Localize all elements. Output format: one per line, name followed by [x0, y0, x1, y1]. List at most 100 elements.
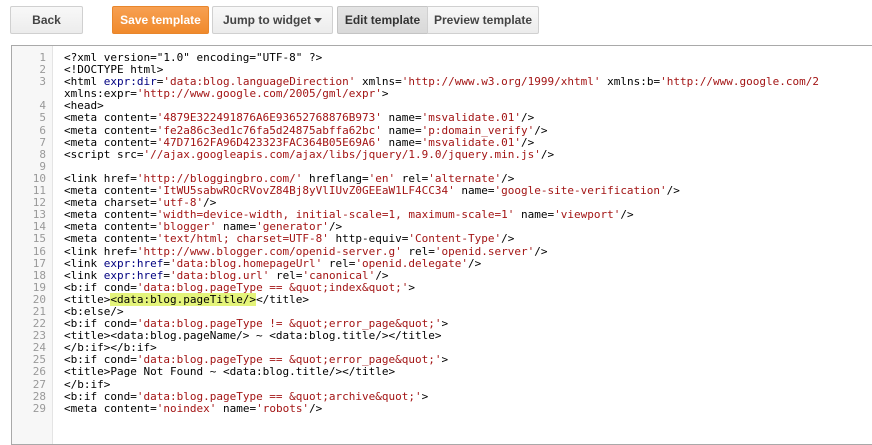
code-token: <meta content=: [64, 232, 157, 246]
code-token: expr:href: [103, 268, 164, 282]
line-text: <meta content='noindex' name='robots'/>: [64, 401, 323, 415]
code-token: 'Content-Type': [408, 232, 502, 246]
code-token: <!DOCTYPE html>: [64, 63, 164, 77]
code-token: >: [408, 280, 416, 294]
code-line: xmlns:expr='http://www.google.com/2005/g…: [12, 88, 872, 100]
code-token: >: [441, 317, 449, 331]
line-number: 28: [32, 389, 46, 403]
highlighted-token: <data:blog.pageTitle/>: [110, 292, 257, 306]
code-token: 'msvalidate.01': [421, 111, 521, 125]
code-token: 'data:blog.url': [169, 268, 270, 282]
code-token: <b:if cond=: [64, 280, 137, 294]
code-token: />: [501, 171, 515, 185]
code-token: 'http://www.blogger.com/openid-server.g': [136, 244, 402, 258]
code-line: 8 <script src='//ajax.googleapis.com/ajax…: [12, 147, 872, 161]
code-token: <link: [64, 256, 104, 270]
code-token: <meta charset=: [64, 196, 157, 210]
code-token: />: [501, 232, 515, 246]
code-token: name=: [381, 135, 422, 149]
code-token: name=: [381, 123, 422, 137]
code-token: 'http://bloggingbro.com/': [136, 171, 303, 185]
code-token: <html: [64, 75, 104, 89]
code-token: />: [520, 135, 535, 149]
code-token: '//ajax.googleapis.com/ajax/libs/jquery/…: [143, 147, 541, 161]
code-token: />: [375, 268, 389, 282]
preview-template-tab[interactable]: Preview template: [427, 6, 539, 34]
code-token: >: [381, 87, 389, 101]
code-token: <b:if cond=: [64, 353, 137, 367]
code-token: 'google-site-verification': [494, 184, 667, 198]
code-editor[interactable]: 1 <?xml version="1.0" encoding="UTF-8" ?>…: [11, 45, 872, 445]
code-token: <meta content=: [64, 220, 157, 234]
line-number: 16: [32, 244, 46, 258]
code-token: <b:if cond=: [64, 389, 137, 403]
code-token: http-equiv=: [328, 232, 409, 246]
code-token: />: [203, 196, 217, 210]
code-token: />: [309, 401, 323, 415]
code-token: 'blogger': [156, 220, 217, 234]
code-token: 'openid.delegate': [355, 256, 469, 270]
code-token: <meta content=: [64, 401, 157, 415]
code-token: 'msvalidate.01': [421, 135, 521, 149]
code-token: >: [421, 389, 429, 403]
code-token: name=: [454, 184, 495, 198]
edit-template-tab[interactable]: Edit template: [337, 6, 428, 34]
code-token: <title><data:blog.pageName/> ~ <data:blo…: [64, 329, 442, 343]
code-token: =: [163, 268, 170, 282]
back-button[interactable]: Back: [10, 6, 83, 34]
code-token: 'data:blog.pageType == &quot;index&quot;…: [136, 280, 409, 294]
code-token: 'data:blog.pageType == &quot;archive&quo…: [136, 389, 422, 403]
code-token: />: [666, 184, 680, 198]
code-token: =: [163, 256, 170, 270]
code-line: 20 <title><data:blog.pageTitle/></title>: [12, 292, 872, 306]
code-token: xmlns:expr=: [64, 87, 137, 101]
code-token: 'en': [368, 171, 396, 185]
code-token: 'data:blog.pageType == &quot;error_page&…: [136, 353, 442, 367]
code-token: hreflang=: [302, 171, 369, 185]
code-token: />: [620, 208, 634, 222]
line-number: 5: [39, 111, 46, 125]
code-token: 'http://www.google.com/2: [660, 75, 820, 89]
code-token: 'openid.server': [434, 244, 535, 258]
code-token: 'robots': [256, 401, 310, 415]
code-token: 'width=device-width, initial-scale=1, ma…: [156, 208, 515, 222]
code-token: <?xml version="1.0" encoding="UTF-8" ?>: [64, 51, 323, 64]
code-token: <link href=: [64, 171, 137, 185]
code-token: 'viewport': [554, 208, 621, 222]
code-token: />: [468, 256, 482, 270]
jump-to-widget-dropdown[interactable]: Jump to widget: [212, 6, 333, 34]
code-token: 'utf-8': [156, 196, 204, 210]
chevron-down-icon: [314, 18, 322, 23]
code-token: 'alternate': [428, 171, 502, 185]
code-lines: 1 <?xml version="1.0" encoding="UTF-8" ?>…: [12, 51, 872, 415]
code-token: expr:dir: [103, 75, 157, 89]
line-number: 26: [32, 365, 46, 379]
code-token: rel=: [395, 171, 429, 185]
code-token: 'canonical': [302, 268, 376, 282]
code-token: rel=: [401, 244, 435, 258]
line-text: <title>Page Not Found ~ <data:blog.title…: [64, 366, 395, 378]
code-token: <script src=: [64, 147, 144, 161]
line-number: 7: [39, 135, 46, 149]
template-toolbar: Back Save template Jump to widget Edit t…: [0, 0, 872, 44]
code-token: '4879E322491876A6E93652768876B973': [156, 111, 382, 125]
code-token: <b:if cond=: [64, 317, 137, 331]
code-token: <meta content=: [64, 123, 157, 137]
code-token: </b:if>: [64, 377, 111, 391]
code-token: rel=: [269, 268, 303, 282]
code-token: <meta content=: [64, 208, 157, 222]
code-token: 'noindex': [156, 401, 217, 415]
line-number: 3: [39, 75, 46, 89]
code-token: 'text/html; charset=UTF-8': [156, 232, 329, 246]
code-token: 'fe2a86c3ed1c76fa5d24875abffa62bc': [156, 123, 382, 137]
code-line: 26 <title>Page Not Found ~ <data:blog.tit…: [12, 366, 872, 378]
code-token: name=: [216, 220, 257, 234]
code-line: 29 <meta content='noindex' name='robots'/…: [12, 401, 872, 415]
line-number: 15: [32, 232, 46, 246]
code-token: expr:href: [103, 256, 164, 270]
code-token: >: [441, 353, 449, 367]
code-token: 'data:blog.homepageUrl': [169, 256, 323, 270]
code-token: <meta content=: [64, 135, 157, 149]
code-token: </b:if></b:if>: [64, 341, 157, 355]
save-template-button[interactable]: Save template: [112, 6, 209, 34]
